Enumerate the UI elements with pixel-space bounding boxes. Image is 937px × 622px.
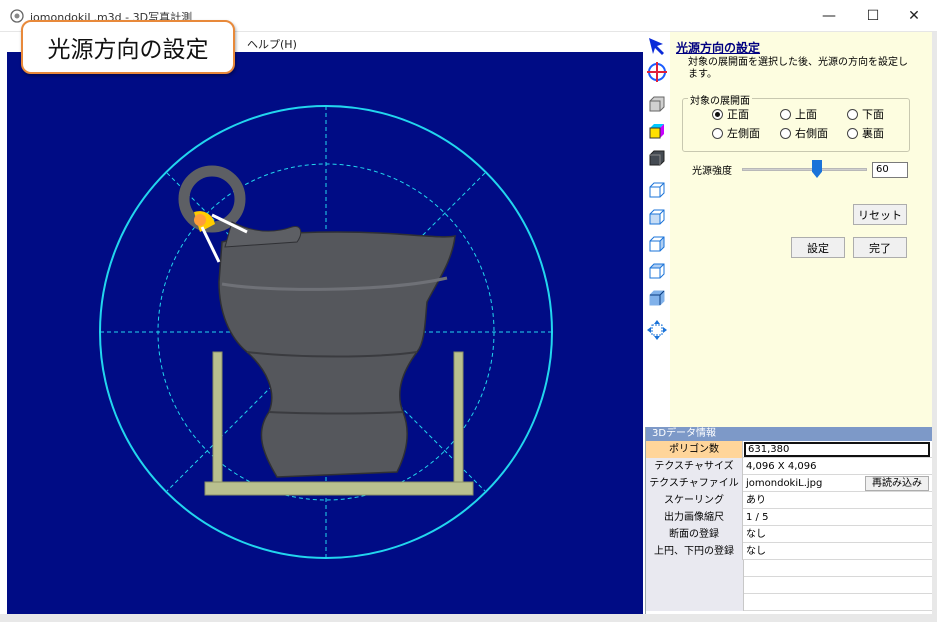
radio-right[interactable]: 右側面: [780, 125, 828, 141]
radio-front[interactable]: 正面: [712, 106, 749, 122]
color-cube-icon[interactable]: [645, 119, 669, 143]
window-edge-right: [932, 32, 937, 614]
move-arrows-icon[interactable]: [645, 318, 669, 342]
info-row-texture-size: テクスチャサイズ 4,096 X 4,096: [646, 458, 932, 475]
radio-top[interactable]: 上面: [780, 106, 817, 122]
window-edge-bottom: [0, 614, 937, 622]
info-value: 4,096 X 4,096: [746, 461, 817, 472]
wire-cube-1-icon[interactable]: [645, 178, 669, 202]
light-settings-panel: 光源方向の設定 対象の展開面を選択した後、光源の方向を設定します。 対象の展開面…: [670, 32, 932, 427]
info-key: 上円、下円の登録: [646, 543, 743, 560]
info-row-circles: 上円、下円の登録 なし: [646, 543, 932, 560]
reload-button[interactable]: 再読み込み: [865, 476, 929, 491]
info-header: 3Dデータ情報: [646, 427, 932, 441]
wire-cube-4-icon[interactable]: [645, 259, 669, 283]
3d-data-info: 3Dデータ情報 ポリゴン数 631,380 テクスチャサイズ 4,096 X 4…: [645, 427, 932, 614]
info-row-section: 断面の登録 なし: [646, 526, 932, 543]
light-intensity-label: 光源強度: [692, 166, 732, 177]
viewport-canvas[interactable]: [7, 52, 643, 614]
light-intensity-thumb[interactable]: [812, 160, 822, 178]
tool-palette: [644, 32, 670, 427]
app-icon: [10, 9, 24, 23]
info-key: 断面の登録: [646, 526, 743, 543]
info-value: 1 / 5: [746, 512, 769, 523]
info-key: ポリゴン数: [646, 441, 743, 458]
info-key: 出力画像縮尺: [646, 509, 743, 526]
radio-bottom[interactable]: 下面: [847, 106, 884, 122]
info-row-polygons[interactable]: ポリゴン数 631,380: [646, 441, 932, 458]
minimize-button[interactable]: —: [806, 0, 852, 32]
face-group-label: 対象の展開面: [688, 92, 752, 107]
radio-bottom-dot[interactable]: [847, 108, 858, 120]
info-key: テクスチャサイズ: [646, 458, 743, 475]
info-row-output-scale: 出力画像縮尺 1 / 5: [646, 509, 932, 526]
crosshair-icon[interactable]: [645, 60, 669, 84]
info-row-texture-file: テクスチャファイル名 jomondokiL.jpg 再読み込み: [646, 475, 932, 506]
panel-title: 光源方向の設定: [676, 41, 761, 55]
info-value: あり: [746, 495, 766, 506]
reset-button[interactable]: リセット: [853, 204, 907, 225]
radio-top-dot[interactable]: [780, 108, 791, 120]
info-row-scaling: スケーリング あり: [646, 492, 932, 509]
radio-back-dot[interactable]: [847, 127, 858, 139]
info-value: なし: [746, 529, 766, 540]
wire-cube-2-icon[interactable]: [645, 205, 669, 229]
light-intensity-input[interactable]: 60: [872, 162, 908, 178]
menu-help[interactable]: ヘルプ(H): [247, 36, 297, 52]
info-empty-row: [646, 594, 932, 611]
light-intensity-slider[interactable]: [742, 168, 867, 171]
callout-label: 光源方向の設定: [21, 20, 235, 74]
front-cube-icon[interactable]: [645, 92, 669, 116]
info-value: jomondokiL.jpg: [746, 478, 823, 489]
polygon-count-field[interactable]: 631,380: [744, 442, 930, 457]
radio-left-dot[interactable]: [712, 127, 723, 139]
dark-cube-icon[interactable]: [645, 146, 669, 170]
done-button[interactable]: 完了: [853, 237, 907, 258]
info-empty-row: [646, 560, 932, 577]
info-key: テクスチャファイル名: [646, 475, 743, 506]
radio-right-dot[interactable]: [780, 127, 791, 139]
3d-viewport[interactable]: [7, 52, 643, 614]
pottery-model: [178, 165, 456, 478]
close-button[interactable]: ✕: [891, 0, 937, 32]
panel-description: 対象の展開面を選択した後、光源の方向を設定します。: [688, 57, 908, 80]
maximize-button[interactable]: ☐: [850, 0, 896, 32]
radio-front-dot[interactable]: [712, 108, 723, 120]
info-value: なし: [746, 546, 766, 557]
set-button[interactable]: 設定: [791, 237, 845, 258]
info-key: スケーリング: [646, 492, 743, 509]
wire-cube-3-icon[interactable]: [645, 232, 669, 256]
radio-back[interactable]: 裏面: [847, 125, 884, 141]
select-arrow-icon[interactable]: [645, 34, 669, 58]
radio-left[interactable]: 左側面: [712, 125, 760, 141]
wire-cube-5-icon[interactable]: [645, 286, 669, 310]
info-empty-row: [646, 577, 932, 594]
